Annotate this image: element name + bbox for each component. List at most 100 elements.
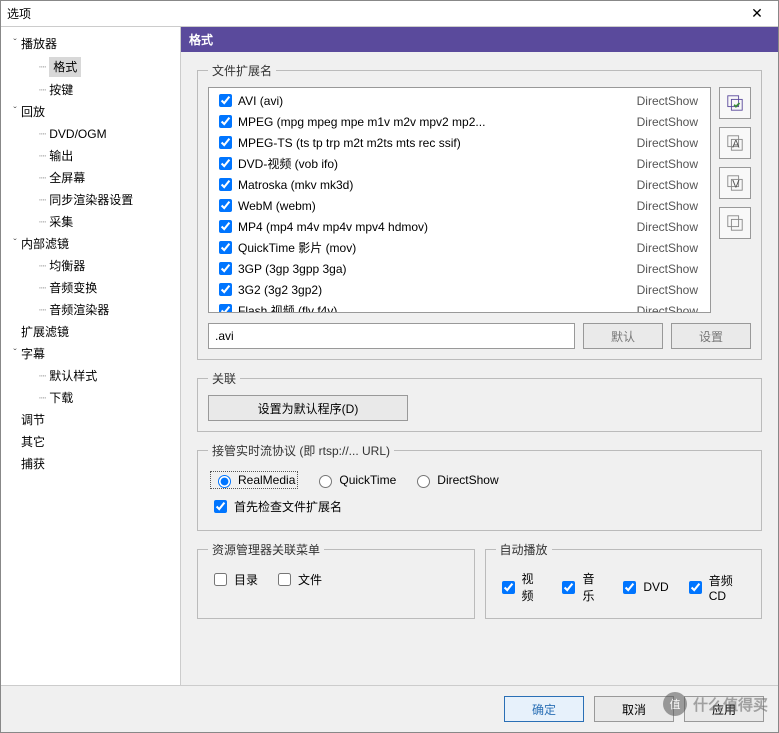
- tree-item[interactable]: ┈默认样式: [3, 365, 178, 387]
- extension-item[interactable]: DVD-视频 (vob ifo)DirectShow: [209, 153, 710, 174]
- autoplay-group: 自动播放 视频音乐DVD音频 CD: [485, 541, 763, 619]
- extension-checkbox[interactable]: [219, 220, 232, 233]
- chevron-down-icon[interactable]: ˇ: [9, 345, 21, 363]
- tree-item[interactable]: ┈音频变换: [3, 277, 178, 299]
- tree-item[interactable]: ┈DVD/OGM: [3, 123, 178, 145]
- close-icon[interactable]: ✕: [742, 5, 772, 22]
- tree-item-label: 音频渲染器: [49, 301, 109, 319]
- tree-item[interactable]: ˇ回放: [3, 101, 178, 123]
- check-ext-first[interactable]: 首先检查文件扩展名: [210, 497, 342, 516]
- extension-handler: DirectShow: [637, 260, 698, 278]
- extension-item[interactable]: 3GP (3gp 3gpp 3ga)DirectShow: [209, 258, 710, 279]
- select-none-icon[interactable]: [719, 207, 751, 239]
- extension-checkbox[interactable]: [219, 283, 232, 296]
- default-button[interactable]: 默认: [583, 323, 663, 349]
- tree-item[interactable]: ˇ字幕: [3, 343, 178, 365]
- chevron-down-icon[interactable]: ˇ: [9, 235, 21, 253]
- extension-input[interactable]: [208, 323, 575, 349]
- autoplay-checkbox[interactable]: [502, 581, 515, 594]
- extension-name: QuickTime 影片 (mov): [238, 239, 637, 257]
- main-panel: 格式 文件扩展名 AVI (avi)DirectShowMPEG (mpg mp…: [181, 27, 778, 685]
- tree-item[interactable]: ˇ内部滤镜: [3, 233, 178, 255]
- extension-checkbox[interactable]: [219, 262, 232, 275]
- autoplay-item[interactable]: 音频 CD: [685, 572, 749, 603]
- ok-button[interactable]: 确定: [504, 696, 584, 722]
- tree-item[interactable]: 其它: [3, 431, 178, 453]
- autoplay-item[interactable]: 视频: [498, 570, 543, 604]
- tree-item-label: 调节: [21, 411, 45, 429]
- tree-line-icon: ┈: [39, 169, 45, 187]
- extension-item[interactable]: MPEG-TS (ts tp trp m2t m2ts mts rec ssif…: [209, 132, 710, 153]
- extension-item[interactable]: QuickTime 影片 (mov)DirectShow: [209, 237, 710, 258]
- svg-text:A: A: [732, 139, 740, 151]
- extension-item[interactable]: WebM (webm)DirectShow: [209, 195, 710, 216]
- rtsp-radio[interactable]: [319, 475, 332, 488]
- chevron-down-icon[interactable]: ˇ: [9, 103, 21, 121]
- tree-item[interactable]: ˇ播放器: [3, 33, 178, 55]
- tree-item[interactable]: ┈同步渲染器设置: [3, 189, 178, 211]
- file-extensions-group: 文件扩展名 AVI (avi)DirectShowMPEG (mpg mpeg …: [197, 62, 762, 360]
- extension-item[interactable]: AVI (avi)DirectShow: [209, 90, 710, 111]
- autoplay-item[interactable]: DVD: [619, 578, 668, 597]
- extension-checkbox[interactable]: [219, 115, 232, 128]
- extension-list[interactable]: AVI (avi)DirectShowMPEG (mpg mpeg mpe m1…: [208, 87, 711, 313]
- explorer-item[interactable]: 文件: [274, 570, 322, 589]
- tree-item-label: 均衡器: [49, 257, 85, 275]
- extension-checkbox[interactable]: [219, 199, 232, 212]
- tree-line-icon: ┈: [39, 301, 45, 319]
- extension-item[interactable]: Matroska (mkv mk3d)DirectShow: [209, 174, 710, 195]
- rtsp-option[interactable]: QuickTime: [314, 472, 396, 488]
- extension-checkbox[interactable]: [219, 157, 232, 170]
- tree-item[interactable]: ┈按键: [3, 79, 178, 101]
- tree-item-label: 默认样式: [49, 367, 97, 385]
- tree-item[interactable]: 捕获: [3, 453, 178, 475]
- tree-item[interactable]: 调节: [3, 409, 178, 431]
- rtsp-option[interactable]: RealMedia: [210, 471, 298, 489]
- file-extensions-legend: 文件扩展名: [208, 62, 276, 79]
- cancel-button[interactable]: 取消: [594, 696, 674, 722]
- select-all-icon[interactable]: [719, 87, 751, 119]
- apply-button[interactable]: 应用: [684, 696, 764, 722]
- extension-checkbox[interactable]: [219, 241, 232, 254]
- tree-item[interactable]: 扩展滤镜: [3, 321, 178, 343]
- tree-item[interactable]: ┈全屏幕: [3, 167, 178, 189]
- extension-checkbox[interactable]: [219, 304, 232, 313]
- extension-item[interactable]: MPEG (mpg mpeg mpe m1v m2v mpv2 mp2...Di…: [209, 111, 710, 132]
- nav-tree[interactable]: ˇ播放器┈格式┈按键ˇ回放┈DVD/OGM┈输出┈全屏幕┈同步渲染器设置┈采集ˇ…: [1, 27, 181, 685]
- autoplay-label: 音乐: [582, 570, 603, 604]
- tree-item-label: 内部滤镜: [21, 235, 69, 253]
- explorer-item[interactable]: 目录: [210, 570, 258, 589]
- autoplay-checkbox[interactable]: [623, 581, 636, 594]
- rtsp-radio[interactable]: [218, 475, 231, 488]
- tree-item[interactable]: ┈采集: [3, 211, 178, 233]
- rtsp-label: DirectShow: [437, 473, 498, 487]
- settings-button[interactable]: 设置: [671, 323, 751, 349]
- extension-name: MP4 (mp4 m4v mp4v mpv4 hdmov): [238, 218, 637, 236]
- check-ext-first-checkbox[interactable]: [214, 500, 227, 513]
- chevron-down-icon[interactable]: ˇ: [9, 35, 21, 53]
- select-audio-icon[interactable]: A: [719, 127, 751, 159]
- select-video-icon[interactable]: V: [719, 167, 751, 199]
- rtsp-radio[interactable]: [417, 475, 430, 488]
- explorer-checkbox[interactable]: [278, 573, 291, 586]
- autoplay-checkbox[interactable]: [562, 581, 575, 594]
- rtsp-option[interactable]: DirectShow: [412, 472, 498, 488]
- autoplay-item[interactable]: 音乐: [558, 570, 603, 604]
- tree-item-label: 格式: [49, 57, 81, 77]
- extension-item[interactable]: MP4 (mp4 m4v mp4v mpv4 hdmov)DirectShow: [209, 216, 710, 237]
- extension-checkbox[interactable]: [219, 178, 232, 191]
- extension-handler: DirectShow: [637, 218, 698, 236]
- tree-item[interactable]: ┈下载: [3, 387, 178, 409]
- extension-checkbox[interactable]: [219, 94, 232, 107]
- autoplay-checkbox[interactable]: [689, 581, 702, 594]
- tree-item[interactable]: ┈格式: [3, 55, 178, 79]
- set-default-program-button[interactable]: 设置为默认程序(D): [208, 395, 408, 421]
- extension-item[interactable]: Flash 视频 (flv f4v)DirectShow: [209, 300, 710, 313]
- explorer-checkbox[interactable]: [214, 573, 227, 586]
- tree-item[interactable]: ┈均衡器: [3, 255, 178, 277]
- extension-item[interactable]: 3G2 (3g2 3gp2)DirectShow: [209, 279, 710, 300]
- extension-checkbox[interactable]: [219, 136, 232, 149]
- tree-item[interactable]: ┈输出: [3, 145, 178, 167]
- tree-line-icon: ┈: [39, 125, 45, 143]
- tree-item[interactable]: ┈音频渲染器: [3, 299, 178, 321]
